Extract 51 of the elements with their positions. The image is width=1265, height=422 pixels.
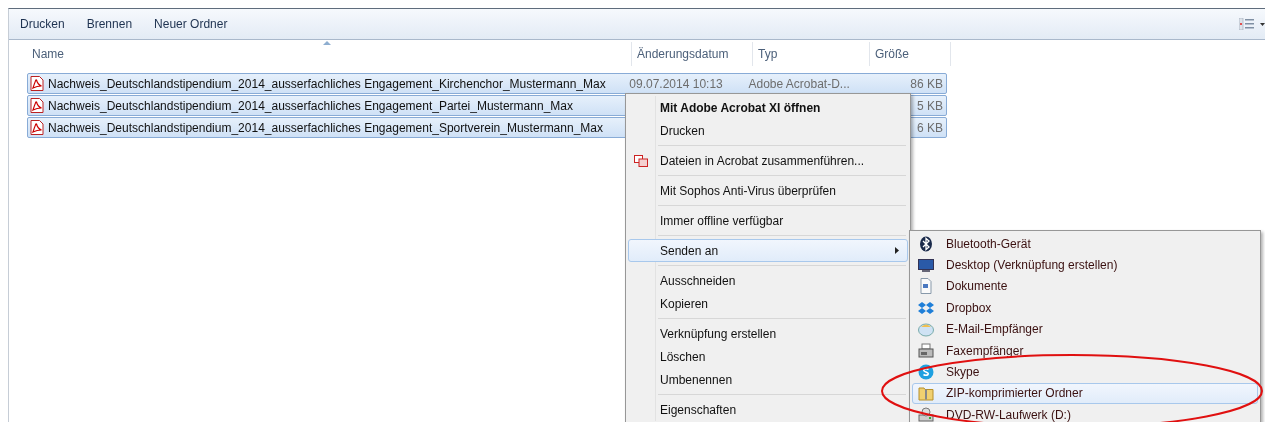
bluetooth-icon [918, 235, 934, 252]
monitor-icon [918, 257, 934, 274]
pdf-file-icon [30, 120, 44, 135]
submenu-item[interactable]: Bluetooth-Gerät [912, 233, 1258, 255]
submenu-item[interactable]: Dropbox [912, 297, 1258, 319]
submenu-item[interactable]: Skype [912, 361, 1258, 383]
submenu-item[interactable]: Dokumente [912, 275, 1258, 298]
sort-arrow-icon [323, 41, 331, 45]
file-row[interactable]: Nachweis_Deutschlandstipendium_2014_ausserfachliches Engagement_Kirchenchor_Mustermann_Max 09.07.2014 10:13 Adobe Acrobat-D... 86 KB [27, 73, 947, 94]
column-header[interactable]: Typ [753, 42, 870, 66]
submenu-item[interactable]: E-Mail-Empfänger [912, 318, 1258, 340]
menu-item[interactable]: Löschen [628, 345, 908, 368]
file-size: 5 KB [917, 98, 943, 113]
menu-item[interactable]: Senden an [628, 239, 908, 262]
menu-item[interactable]: Umbenennen [628, 368, 908, 391]
pdf-file-icon [30, 98, 44, 113]
menu-item[interactable]: Ausschneiden [628, 269, 908, 292]
menu-item[interactable]: Kopieren [628, 292, 908, 315]
submenu-item[interactable]: DVD-RW-Laufwerk (D:) [912, 404, 1258, 422]
column-header[interactable]: Name [27, 42, 632, 66]
file-name: Nachweis_Deutschlandstipendium_2014_ausserfachliches Engagement_Sportverein_Mustermann_Max [48, 120, 603, 135]
file-type: Adobe Acrobat-D... [748, 76, 850, 91]
submenu-item[interactable]: ZIP-komprimierter Ordner [912, 382, 1258, 405]
menu-item[interactable]: Verknüpfung erstellen [628, 322, 908, 345]
file-size: 86 KB [910, 76, 943, 91]
menu-item[interactable]: Dateien in Acrobat zusammenführen... [628, 149, 908, 172]
zip-folder-icon [918, 385, 934, 402]
toolbar-button[interactable]: Brennen [79, 11, 147, 37]
column-header[interactable]: Größe [870, 42, 951, 66]
toolbar-button[interactable]: Neuer Ordner [147, 11, 242, 37]
menu-item[interactable]: Eigenschaften [628, 398, 908, 421]
fax-machine-icon [918, 342, 934, 359]
dropbox-icon [918, 299, 934, 316]
submenu-item[interactable]: Desktop (Verknüpfung erstellen) [912, 254, 1258, 276]
pdf-file-icon [30, 76, 44, 91]
drive-icon [918, 406, 934, 422]
view-options-icon[interactable] [1239, 18, 1265, 30]
modified-date: 09.07.2014 10:13 [629, 76, 723, 91]
submenu-item[interactable]: Faxempfänger [912, 339, 1258, 362]
acrobat-merge-icon [634, 154, 648, 167]
menu-item[interactable]: Mit Adobe Acrobat XI öffnen [628, 96, 908, 119]
document-icon [918, 278, 934, 295]
menu-item[interactable]: Immer offline verfügbar [628, 209, 908, 232]
file-name: Nachweis_Deutschlandstipendium_2014_ausserfachliches Engagement_Kirchenchor_Mustermann_Max [48, 76, 606, 91]
skype-icon [918, 364, 934, 381]
menu-item[interactable]: Mit Sophos Anti-Virus überprüfen [628, 179, 908, 202]
toolbar-button[interactable]: Drucken [13, 11, 79, 37]
file-name: Nachweis_Deutschlandstipendium_2014_ausserfachliches Engagement_Partei_Mustermann_Max [48, 98, 573, 113]
column-header[interactable]: Änderungsdatum [632, 42, 753, 66]
file-size: 6 KB [917, 120, 943, 135]
submenu-arrow-icon [895, 247, 899, 254]
